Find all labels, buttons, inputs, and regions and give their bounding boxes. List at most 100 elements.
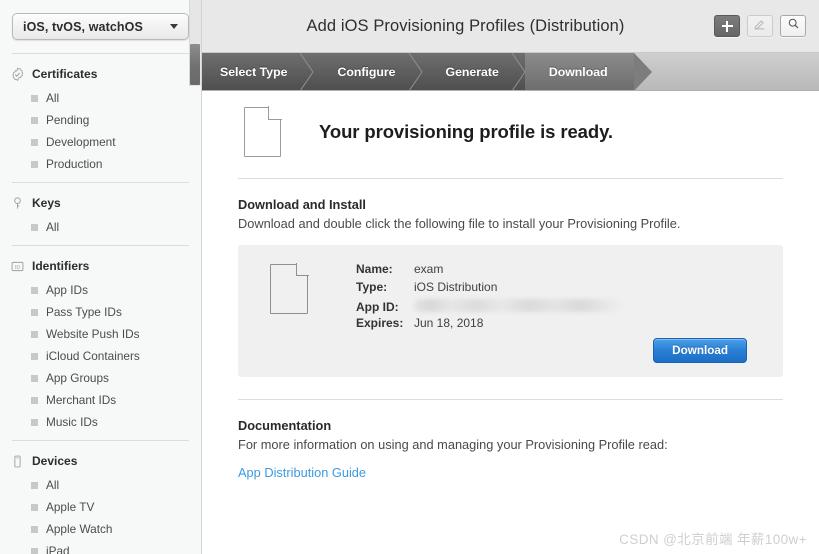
add-button[interactable] xyxy=(714,15,740,37)
sidebar-item-keys-all[interactable]: All xyxy=(0,216,201,238)
documentation-heading: Documentation xyxy=(238,418,332,433)
divider xyxy=(12,245,189,246)
profile-file-card: Name: exam Type: iOS Distribution App ID… xyxy=(238,245,783,377)
bullet-icon xyxy=(31,308,38,316)
download-install-section: Download and Install Download and double… xyxy=(238,179,783,377)
sidebar-item-icloud-containers[interactable]: iCloud Containers xyxy=(0,345,201,367)
bullet-icon xyxy=(31,286,38,294)
download-button[interactable]: Download xyxy=(653,338,747,363)
sidebar-item-website-push-ids[interactable]: Website Push IDs xyxy=(0,323,201,345)
app-distribution-guide-link[interactable]: App Distribution Guide xyxy=(238,465,366,480)
step-select-type[interactable]: Select Type xyxy=(202,53,315,90)
chevron-right-icon xyxy=(511,53,526,90)
profile-fields: Name: exam Type: iOS Distribution App ID… xyxy=(356,262,763,334)
sidebar-item-ipad[interactable]: iPad xyxy=(0,540,201,554)
sidebar-scrollbar-thumb[interactable] xyxy=(190,44,200,85)
sidebar-section-keys[interactable]: Keys xyxy=(0,190,201,216)
sidebar-item-label: Production xyxy=(46,157,103,171)
step-arrow-tip xyxy=(633,53,652,90)
sidebar-item-music-ids[interactable]: Music IDs xyxy=(0,411,201,433)
divider xyxy=(12,53,189,54)
step-generate[interactable]: Generate xyxy=(421,53,526,90)
sidebar-item-label: Website Push IDs xyxy=(46,327,140,341)
field-value: exam xyxy=(414,262,444,276)
bullet-icon xyxy=(31,223,38,231)
step-breadcrumb: Select Type Configure Generate Download xyxy=(202,53,819,91)
edit-button[interactable] xyxy=(747,15,773,37)
sidebar-item-apple-tv[interactable]: Apple TV xyxy=(0,496,201,518)
step-label: Download xyxy=(548,65,608,79)
download-install-heading: Download and Install xyxy=(238,197,366,212)
certificate-seal-icon xyxy=(9,66,25,82)
step-download[interactable]: Download xyxy=(524,53,652,90)
sidebar-item-label: All xyxy=(46,220,60,234)
field-label: Name: xyxy=(356,262,393,276)
sidebar-item-label: Pending xyxy=(46,113,90,127)
field-value: Jun 18, 2018 xyxy=(414,316,484,330)
hero-banner: Your provisioning profile is ready. xyxy=(238,91,783,173)
bullet-icon xyxy=(31,396,38,404)
sidebar-item-label: Music IDs xyxy=(46,415,98,429)
svg-text:ID: ID xyxy=(14,264,19,270)
bullet-icon xyxy=(31,418,38,426)
device-icon xyxy=(9,453,25,469)
platform-select-dropdown[interactable]: iOS, tvOS, watchOS xyxy=(12,13,189,40)
sidebar-item-label: Pass Type IDs xyxy=(46,305,122,319)
document-icon xyxy=(270,262,310,314)
field-type: Type: iOS Distribution xyxy=(356,280,763,296)
sidebar-item-app-groups[interactable]: App Groups xyxy=(0,367,201,389)
sidebar-item-merchant-ids[interactable]: Merchant IDs xyxy=(0,389,201,411)
sidebar-scrollbar-track[interactable] xyxy=(189,0,201,86)
download-install-description: Download and double click the following … xyxy=(238,216,681,231)
sidebar-item-apple-watch[interactable]: Apple Watch xyxy=(0,518,201,540)
sidebar-item-certificates-production[interactable]: Production xyxy=(0,153,201,175)
hero-title: Your provisioning profile is ready. xyxy=(319,121,613,142)
sidebar-section-identifiers[interactable]: ID Identifiers xyxy=(0,253,201,279)
documentation-section: Documentation For more information on us… xyxy=(238,400,783,482)
sidebar-item-label: Apple TV xyxy=(46,500,95,514)
sidebar-item-devices-all[interactable]: All xyxy=(0,474,201,496)
bullet-icon xyxy=(31,138,38,146)
field-label: App ID: xyxy=(356,300,399,314)
chevron-down-icon xyxy=(170,24,178,29)
sidebar-item-app-ids[interactable]: App IDs xyxy=(0,279,201,301)
step-label: Configure xyxy=(337,65,396,79)
documentation-description: For more information on using and managi… xyxy=(238,437,668,452)
sidebar-item-certificates-all[interactable]: All xyxy=(0,87,201,109)
redacted-value-blur xyxy=(414,299,622,312)
field-name: Name: exam xyxy=(356,262,763,278)
sidebar: iOS, tvOS, watchOS Certificates All Pend… xyxy=(0,0,202,554)
field-app-id: App ID: xyxy=(356,298,763,314)
bullet-icon xyxy=(31,330,38,338)
field-expires: Expires: Jun 18, 2018 xyxy=(356,316,763,332)
sidebar-item-label: All xyxy=(46,91,60,105)
sidebar-section-certificates[interactable]: Certificates xyxy=(0,61,201,87)
sidebar-item-label: All xyxy=(46,478,60,492)
search-button[interactable] xyxy=(780,15,806,37)
bullet-icon xyxy=(31,525,38,533)
field-value: iOS Distribution xyxy=(414,280,498,294)
bullet-icon xyxy=(31,116,38,124)
bullet-icon xyxy=(31,547,38,554)
bullet-icon xyxy=(31,374,38,382)
sidebar-item-label: App Groups xyxy=(46,371,109,385)
bullet-icon xyxy=(31,160,38,168)
sidebar-item-certificates-development[interactable]: Development xyxy=(0,131,201,153)
bullet-icon xyxy=(31,94,38,102)
sidebar-section-devices[interactable]: Devices xyxy=(0,448,201,474)
step-label: Generate xyxy=(445,65,499,79)
platform-select-value: iOS, tvOS, watchOS xyxy=(23,19,143,34)
step-configure[interactable]: Configure xyxy=(313,53,423,90)
header-actions xyxy=(714,15,806,37)
sidebar-item-pass-type-ids[interactable]: Pass Type IDs xyxy=(0,301,201,323)
sidebar-item-certificates-pending[interactable]: Pending xyxy=(0,109,201,131)
sidebar-item-label: iCloud Containers xyxy=(46,349,140,363)
sidebar-item-label: Apple Watch xyxy=(46,522,113,536)
bullet-icon xyxy=(31,352,38,360)
sidebar-nav: Certificates All Pending Development Pro… xyxy=(0,40,201,554)
pencil-edit-icon xyxy=(753,17,767,36)
field-label: Type: xyxy=(356,280,388,294)
header-bar: Add iOS Provisioning Profiles (Distribut… xyxy=(202,0,819,53)
content-pane: Your provisioning profile is ready. Down… xyxy=(202,91,819,554)
sidebar-item-label: Development xyxy=(46,135,116,149)
